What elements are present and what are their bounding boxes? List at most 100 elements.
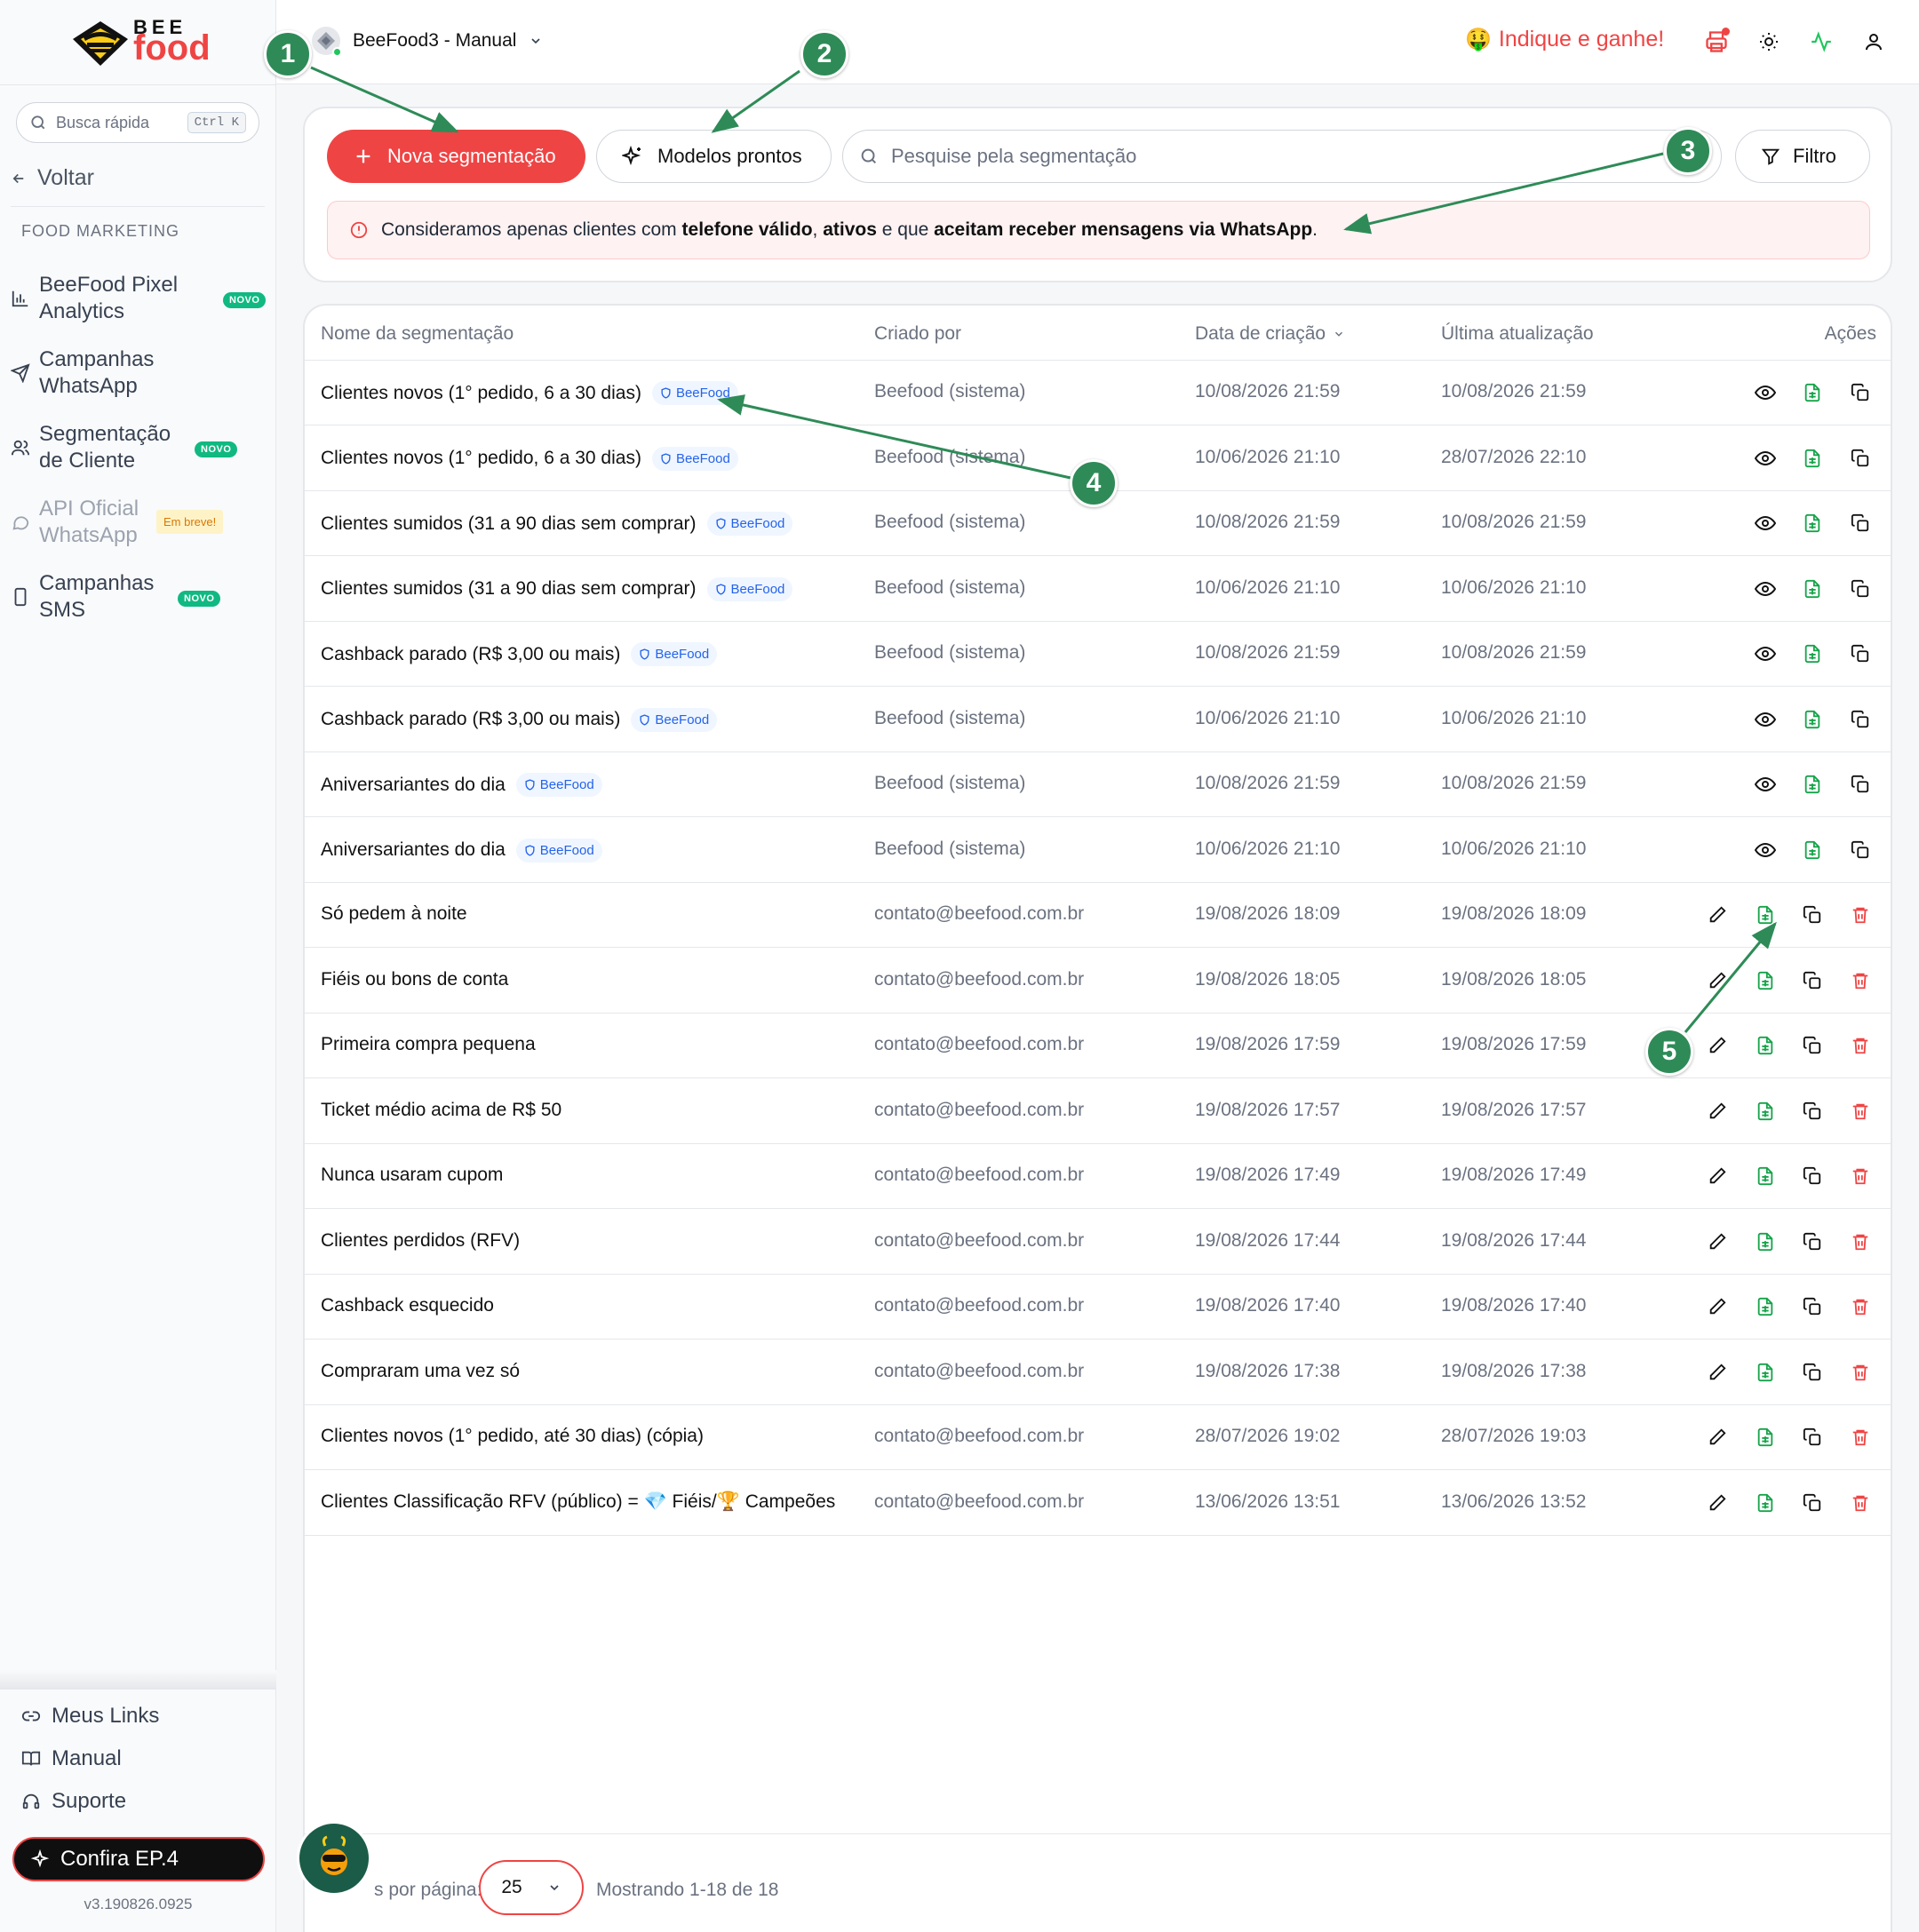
edit-button[interactable] xyxy=(1701,965,1733,997)
store-selector[interactable]: BeeFood3 - Manual xyxy=(312,27,543,57)
export-button[interactable] xyxy=(1796,638,1828,670)
edit-button[interactable] xyxy=(1701,1030,1733,1061)
export-button[interactable] xyxy=(1796,442,1828,474)
theme-toggle-button[interactable] xyxy=(1754,27,1784,57)
per-page-select[interactable]: 25 xyxy=(479,1860,584,1915)
export-button[interactable] xyxy=(1796,768,1828,800)
view-button[interactable] xyxy=(1749,377,1781,409)
assistant-chat-button[interactable] xyxy=(297,1821,371,1896)
sidebar-item-campanhas-sms[interactable]: Campanhas SMS xyxy=(11,570,199,624)
edit-button[interactable] xyxy=(1701,1226,1733,1258)
export-button[interactable] xyxy=(1749,1356,1781,1388)
delete-button[interactable] xyxy=(1844,1030,1876,1061)
beefood-logo[interactable]: BEE food xyxy=(71,16,213,71)
edit-button[interactable] xyxy=(1701,1421,1733,1453)
sidebar-item-campanhas-whatsapp[interactable]: Campanhas WhatsApp xyxy=(11,346,199,400)
view-button[interactable] xyxy=(1749,704,1781,735)
duplicate-button[interactable] xyxy=(1844,507,1876,539)
table-row[interactable]: Aniversariantes do dia BeeFood Beefood (si… xyxy=(305,818,1891,883)
table-row[interactable]: Clientes sumidos (31 a 90 dias sem compr… xyxy=(305,557,1891,622)
table-row[interactable]: Clientes novos (1° pedido, até 30 dias) … xyxy=(305,1405,1891,1470)
meus-links-link[interactable]: Meus Links xyxy=(21,1704,159,1729)
duplicate-button[interactable] xyxy=(1796,1487,1828,1519)
delete-button[interactable] xyxy=(1844,1421,1876,1453)
duplicate-button[interactable] xyxy=(1844,638,1876,670)
view-button[interactable] xyxy=(1749,834,1781,866)
table-row[interactable]: Ticket médio acima de R$ 50 contato@beefo… xyxy=(305,1079,1891,1144)
edit-button[interactable] xyxy=(1701,1291,1733,1323)
activity-button[interactable] xyxy=(1806,27,1836,57)
duplicate-button[interactable] xyxy=(1844,704,1876,735)
duplicate-button[interactable] xyxy=(1844,768,1876,800)
segment-search-input[interactable] xyxy=(891,145,1602,168)
export-button[interactable] xyxy=(1749,965,1781,997)
indique-link[interactable]: 🤑 Indique e ganhe! xyxy=(1465,27,1664,52)
filter-button[interactable]: Filtro xyxy=(1735,130,1870,183)
view-button[interactable] xyxy=(1749,638,1781,670)
export-button[interactable] xyxy=(1749,1487,1781,1519)
manual-link[interactable]: Manual xyxy=(21,1746,122,1771)
table-row[interactable]: Fiéis ou bons de conta contato@beefood.co… xyxy=(305,949,1891,1014)
table-row[interactable]: Cashback esquecido contato@beefood.com.br… xyxy=(305,1275,1891,1340)
duplicate-button[interactable] xyxy=(1796,1226,1828,1258)
sidebar-item-segmentacao[interactable]: Segmentação de Cliente xyxy=(11,421,199,474)
duplicate-button[interactable] xyxy=(1844,442,1876,474)
duplicate-button[interactable] xyxy=(1796,1356,1828,1388)
table-row[interactable]: Clientes novos (1° pedido, 6 a 30 dias) B… xyxy=(305,361,1891,425)
export-button[interactable] xyxy=(1749,1160,1781,1192)
export-button[interactable] xyxy=(1796,377,1828,409)
edit-button[interactable] xyxy=(1701,1356,1733,1388)
confira-button[interactable]: Confira EP.4 xyxy=(12,1837,265,1881)
duplicate-button[interactable] xyxy=(1796,1095,1828,1127)
delete-button[interactable] xyxy=(1844,1487,1876,1519)
export-button[interactable] xyxy=(1796,573,1828,605)
table-row[interactable]: Clientes Classificação RFV (público) = 💎… xyxy=(305,1471,1891,1536)
export-button[interactable] xyxy=(1749,1030,1781,1061)
export-button[interactable] xyxy=(1796,507,1828,539)
table-row[interactable]: Clientes perdidos (RFV) contato@beefood.c… xyxy=(305,1210,1891,1275)
duplicate-button[interactable] xyxy=(1796,1421,1828,1453)
segment-search[interactable] xyxy=(842,130,1722,183)
export-button[interactable] xyxy=(1749,1291,1781,1323)
view-button[interactable] xyxy=(1749,573,1781,605)
printer-button[interactable] xyxy=(1701,27,1732,57)
table-row[interactable]: Só pedem à noite contato@beefood.com.br 19… xyxy=(305,883,1891,948)
edit-button[interactable] xyxy=(1701,1487,1733,1519)
table-row[interactable]: Nunca usaram cupom contato@beefood.com.br… xyxy=(305,1144,1891,1209)
view-button[interactable] xyxy=(1749,768,1781,800)
duplicate-button[interactable] xyxy=(1844,834,1876,866)
duplicate-button[interactable] xyxy=(1796,965,1828,997)
sidebar-item-pixel-analytics[interactable]: BeeFood Pixel Analytics xyxy=(11,272,199,325)
delete-button[interactable] xyxy=(1844,1226,1876,1258)
export-button[interactable] xyxy=(1749,899,1781,931)
quick-search[interactable]: Busca rápida Ctrl K xyxy=(16,102,259,143)
export-button[interactable] xyxy=(1796,704,1828,735)
table-row[interactable]: Cashback parado (R$ 3,00 ou mais) BeeFood… xyxy=(305,622,1891,687)
suporte-link[interactable]: Suporte xyxy=(21,1789,126,1814)
table-row[interactable]: Aniversariantes do dia BeeFood Beefood (si… xyxy=(305,752,1891,817)
duplicate-button[interactable] xyxy=(1844,573,1876,605)
export-button[interactable] xyxy=(1796,834,1828,866)
delete-button[interactable] xyxy=(1844,1356,1876,1388)
export-button[interactable] xyxy=(1749,1226,1781,1258)
view-button[interactable] xyxy=(1749,507,1781,539)
duplicate-button[interactable] xyxy=(1796,1030,1828,1061)
user-button[interactable] xyxy=(1859,27,1889,57)
edit-button[interactable] xyxy=(1701,1160,1733,1192)
edit-button[interactable] xyxy=(1701,899,1733,931)
templates-button[interactable]: Modelos prontos xyxy=(596,130,832,183)
table-row[interactable]: Cashback parado (R$ 3,00 ou mais) BeeFood… xyxy=(305,688,1891,752)
view-button[interactable] xyxy=(1749,442,1781,474)
col-created-at-header[interactable]: Data de criação xyxy=(1195,323,1345,345)
duplicate-button[interactable] xyxy=(1796,899,1828,931)
new-segment-button[interactable]: Nova segmentação xyxy=(327,130,585,183)
duplicate-button[interactable] xyxy=(1844,377,1876,409)
delete-button[interactable] xyxy=(1844,899,1876,931)
export-button[interactable] xyxy=(1749,1095,1781,1127)
delete-button[interactable] xyxy=(1844,1291,1876,1323)
edit-button[interactable] xyxy=(1701,1095,1733,1127)
back-link[interactable]: Voltar xyxy=(11,165,94,191)
table-row[interactable]: Compraram uma vez só contato@beefood.com.… xyxy=(305,1340,1891,1405)
delete-button[interactable] xyxy=(1844,965,1876,997)
delete-button[interactable] xyxy=(1844,1095,1876,1127)
